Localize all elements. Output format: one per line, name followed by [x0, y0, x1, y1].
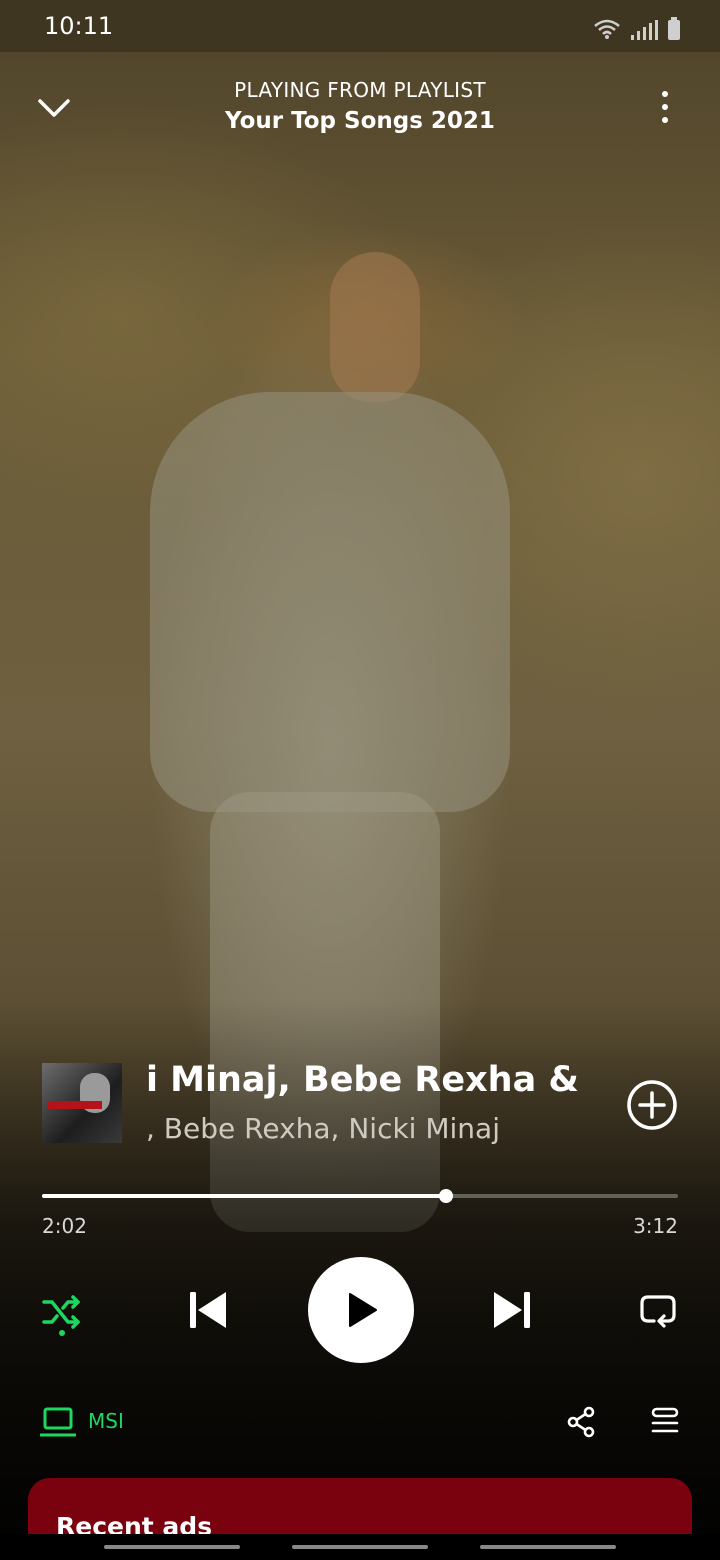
- status-bar: 10:11: [0, 0, 720, 52]
- play-icon: [349, 1293, 377, 1327]
- playlist-name[interactable]: Your Top Songs 2021: [0, 108, 720, 134]
- more-vertical-icon[interactable]: [650, 88, 680, 128]
- battery-icon: [668, 17, 680, 40]
- connected-device-name[interactable]: MSI: [88, 1409, 124, 1433]
- share-icon[interactable]: [566, 1406, 596, 1438]
- play-button[interactable]: [308, 1257, 414, 1363]
- skip-previous-icon[interactable]: [186, 1288, 230, 1332]
- progress-fill: [42, 1194, 446, 1198]
- canvas-figure-head: [330, 252, 420, 402]
- progress-bar[interactable]: [42, 1189, 678, 1203]
- cellular-signal-icon: [631, 20, 658, 40]
- album-cover-art[interactable]: [42, 1063, 122, 1143]
- repeat-icon[interactable]: [636, 1288, 680, 1332]
- wifi-icon: [594, 19, 620, 39]
- track-artists: , Bebe Rexha, Nicki Minaj: [146, 1112, 500, 1145]
- status-icons: [593, 14, 680, 40]
- shuffle-active-dot: [59, 1330, 65, 1336]
- nav-back-button[interactable]: [480, 1545, 616, 1549]
- progress-thumb[interactable]: [438, 1189, 453, 1203]
- album-art-band: [48, 1101, 102, 1109]
- track-title: i Minaj, Bebe Rexha & Afr: [146, 1060, 582, 1100]
- skip-next-icon[interactable]: [490, 1288, 534, 1332]
- status-time: 10:11: [44, 12, 114, 40]
- time-elapsed: 2:02: [42, 1214, 87, 1238]
- nav-recents-button[interactable]: [104, 1545, 240, 1549]
- shuffle-icon[interactable]: [38, 1288, 86, 1336]
- nav-home-button[interactable]: [292, 1545, 428, 1549]
- time-duration: 3:12: [633, 1214, 678, 1238]
- recent-ads-card[interactable]: Recent ads: [28, 1478, 692, 1538]
- canvas-figure-body: [150, 392, 510, 812]
- queue-icon[interactable]: [650, 1406, 680, 1436]
- track-info[interactable]: i Minaj, Bebe Rexha & Afr , Bebe Rexha, …: [146, 1060, 582, 1150]
- add-circle-icon[interactable]: [626, 1079, 678, 1131]
- playing-from-label: PLAYING FROM PLAYLIST: [234, 78, 486, 102]
- laptop-icon[interactable]: [40, 1406, 76, 1438]
